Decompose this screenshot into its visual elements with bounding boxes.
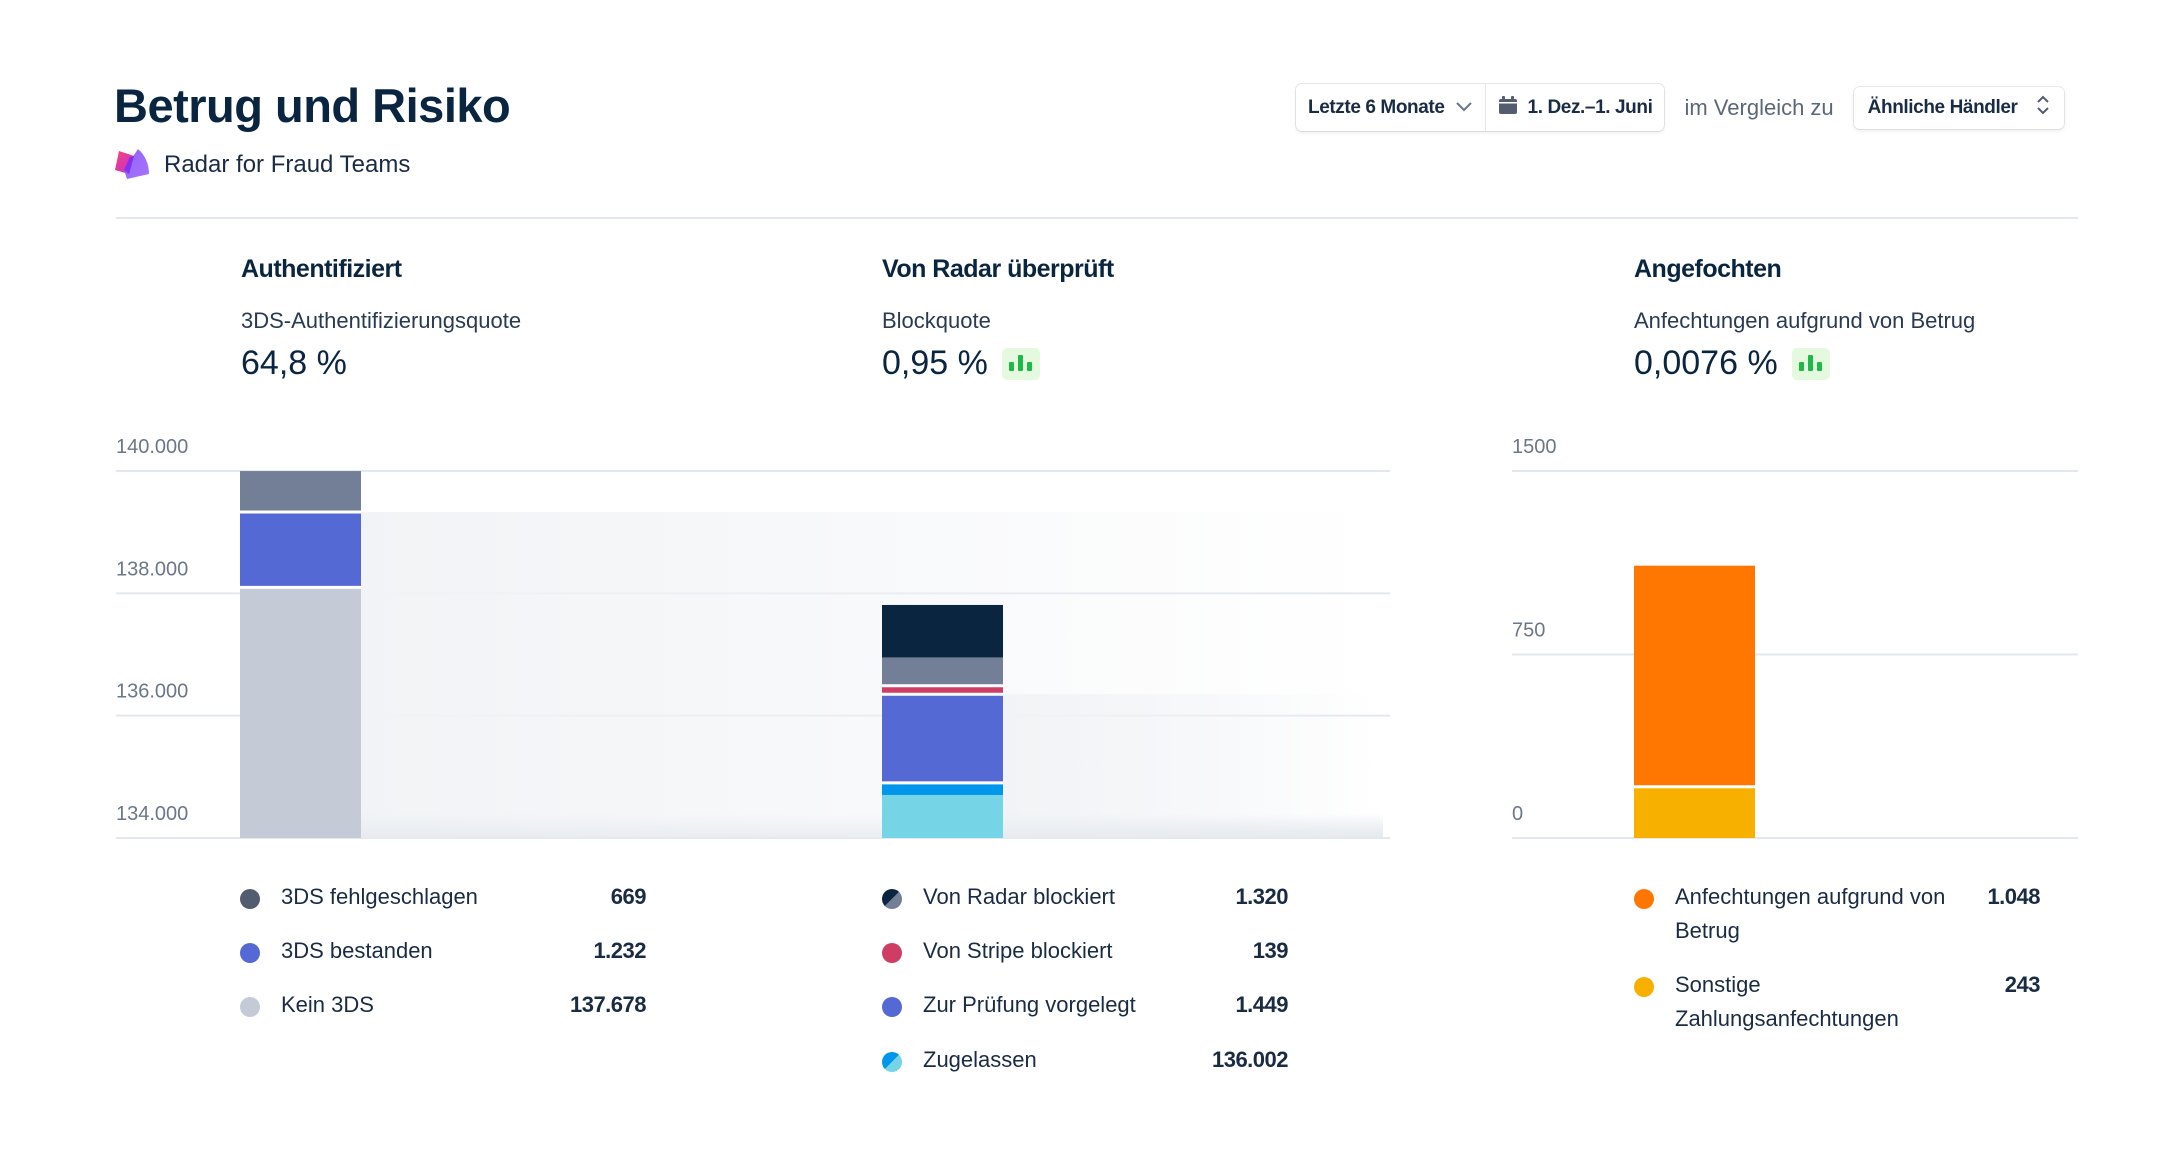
legend-dot-icon	[1634, 977, 1654, 997]
legend-label: 3DS bestanden	[281, 938, 433, 963]
legend-dot-icon	[882, 997, 902, 1017]
legend-label: Von Radar blockiert	[923, 884, 1115, 909]
auth-bar-segment-3ds-bestanden[interactable]	[240, 511, 361, 589]
legend-item[interactable]: Von Stripe blockiert 139	[882, 938, 1289, 968]
legend-label: Anfechtungen aufgrund von Betrug	[1675, 884, 1946, 943]
legend-dot-icon	[240, 889, 260, 909]
legend-dot-icon	[1634, 889, 1654, 909]
legend-item[interactable]: Anfechtungen aufgrund von Betrug 1.048	[1634, 884, 2040, 948]
legend-label: Zur Prüfung vorgelegt	[923, 992, 1136, 1017]
legend-dot-icon	[882, 1052, 902, 1072]
radar-bar-segment-von-radar-blockiert[interactable]	[882, 604, 1003, 688]
left-axis-tick-label: 136.000	[116, 681, 188, 703]
legend-value: 669	[610, 884, 647, 909]
legend-item[interactable]: Kein 3DS 137.678	[240, 992, 647, 1022]
right-axis-tick-label: 0	[1512, 803, 1523, 825]
legend-value: 137.678	[569, 992, 647, 1017]
auth-bar-segment-3ds-fehlgeschlagen[interactable]	[240, 471, 361, 514]
legend-label: Von Stripe blockiert	[923, 938, 1113, 963]
left-axis-tick-label: 138.000	[116, 558, 188, 580]
legend-item[interactable]: 3DS fehlgeschlagen 669	[240, 884, 647, 914]
legend-label: 3DS fehlgeschlagen	[281, 884, 478, 909]
legend-item[interactable]: Sonstige Zahlungsanfechtungen 243	[1634, 972, 2041, 1036]
right-axis-tick-label: 750	[1512, 620, 1545, 642]
legend-dot-icon	[882, 943, 902, 963]
disputes-bar-segment-anfechtungen-aufgrund-von-betrug[interactable]	[1634, 565, 1755, 789]
comparison-bands	[361, 511, 1383, 838]
legend-item[interactable]: Zur Prüfung vorgelegt 1.449	[882, 992, 1288, 1022]
legend-value: 139	[1252, 938, 1289, 963]
radar-bar-base-shade	[1003, 814, 1383, 838]
legend-value: 136.002	[1211, 1047, 1289, 1072]
radar-bar-segment-zugelassen[interactable]	[882, 782, 1003, 838]
legend-value: 1.449	[1235, 992, 1288, 1017]
left-axis-tick-label: 134.000	[116, 803, 188, 825]
legend-dot-icon	[240, 943, 260, 963]
legend-item[interactable]: Zugelassen 136.002	[882, 1047, 1289, 1077]
auth-bar-segment-kein-3ds[interactable]	[240, 587, 361, 838]
right-chart-grid	[1512, 470, 2078, 839]
legend-value: 1.232	[593, 938, 646, 963]
radar-bar-segment-zur-pr-fung-vorgelegt[interactable]	[882, 694, 1003, 785]
legend-label: Sonstige Zahlungsanfechtungen	[1675, 972, 1899, 1031]
legend-dot-icon	[882, 889, 902, 909]
disputes-bar-segment-sonstige-zahlungsanfechtungen[interactable]	[1634, 786, 1755, 838]
legend-value: 1.048	[1987, 884, 2040, 909]
legend-item[interactable]: 3DS bestanden 1.232	[240, 938, 646, 968]
legend-value: 243	[2004, 972, 2041, 997]
left-axis-tick-label: 140.000	[116, 436, 188, 458]
legend-value: 1.320	[1235, 884, 1288, 909]
legend-item[interactable]: Von Radar blockiert 1.320	[882, 884, 1288, 914]
right-axis-tick-label: 1500	[1512, 436, 1557, 458]
legend-dot-icon	[240, 997, 260, 1017]
